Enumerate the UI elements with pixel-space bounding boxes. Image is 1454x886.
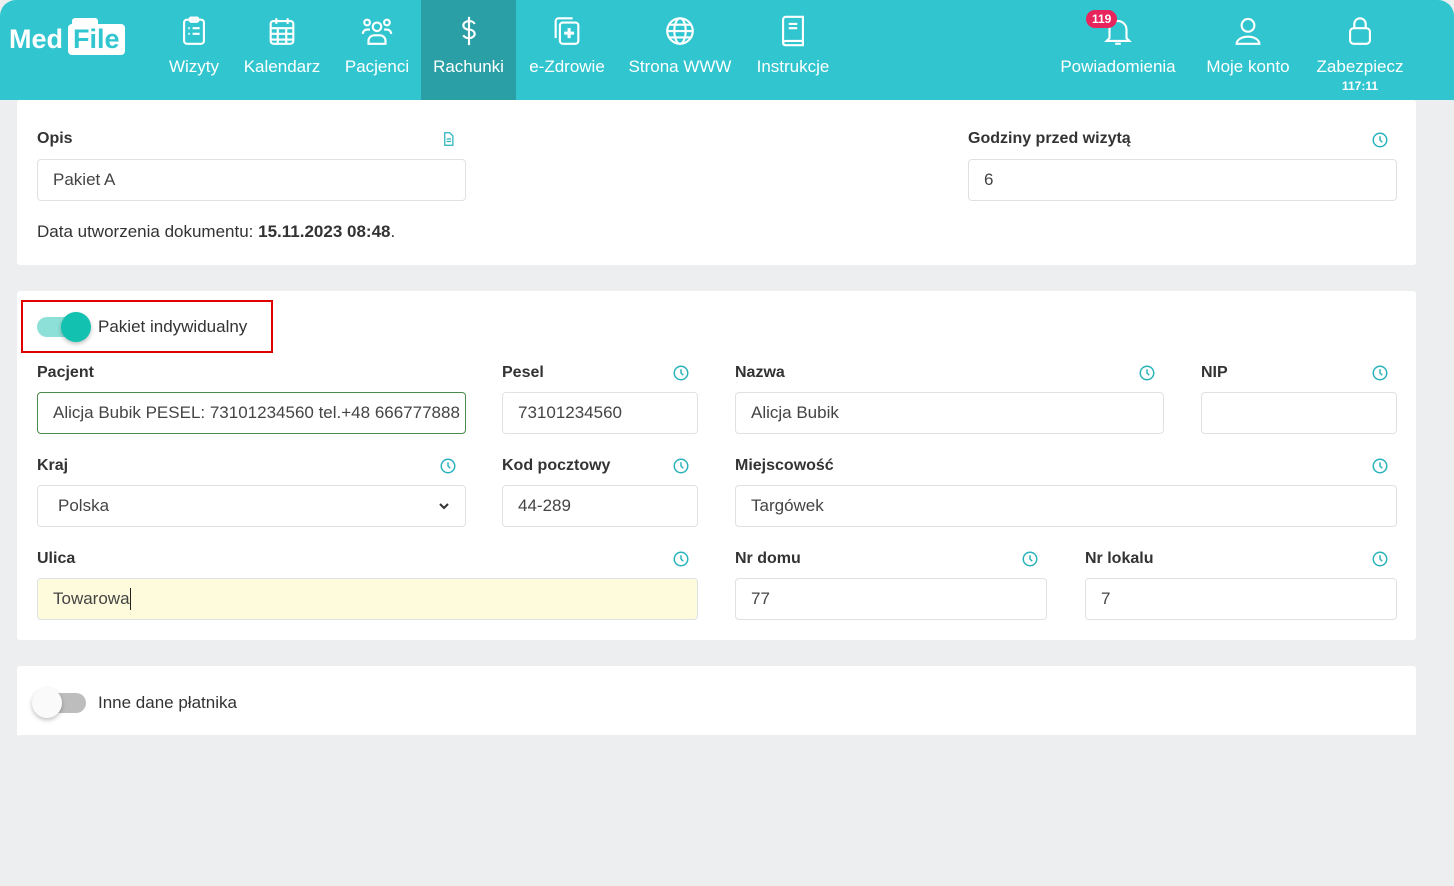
medfile-logo[interactable]: Med File (9, 18, 125, 55)
kod-pocztowy-input[interactable]: 44-289 (502, 485, 698, 527)
ulica-input[interactable]: Towarowa (37, 578, 698, 620)
globe-icon (666, 17, 694, 45)
clipboard-list-icon (183, 16, 205, 45)
logo-text-file: File (68, 18, 125, 55)
document-card: Opis Pakiet A Godziny przed wizytą 6 Dat… (17, 100, 1416, 265)
lock-icon (1349, 17, 1371, 45)
top-navbar: Med File Wizyty Kalendarz Pacjenci Rachun… (0, 0, 1454, 100)
created-date-text: Data utworzenia dokumentu: 15.11.2023 08… (37, 222, 395, 242)
kraj-select[interactable]: Polska (37, 485, 466, 527)
document-icon (444, 132, 454, 146)
pakiet-indywidualny-toggle[interactable] (37, 312, 91, 342)
kraj-value: Polska (58, 496, 110, 515)
pesel-label: Pesel (502, 364, 544, 381)
clock-icon[interactable] (1371, 457, 1389, 475)
nav-label: Wizyty (168, 57, 220, 76)
nazwa-input[interactable]: Alicja Bubik (735, 392, 1164, 434)
clock-icon[interactable] (672, 550, 690, 568)
nav-strona-www[interactable]: Strona WWW (622, 0, 738, 100)
nav-rachunki[interactable]: Rachunki (421, 0, 516, 100)
notification-badge: 119 (1086, 10, 1118, 28)
clock-icon[interactable] (1021, 550, 1039, 568)
miejscowosc-label: Miejscowość (735, 457, 834, 474)
nav-label: e-Zdrowie (529, 57, 605, 76)
nav-label: Rachunki (433, 57, 504, 76)
opis-input[interactable]: Pakiet A (37, 159, 466, 201)
pacjent-input[interactable]: Alicja Bubik PESEL: 73101234560 tel.+48 … (37, 392, 466, 434)
dollar-icon (461, 16, 476, 46)
clock-icon[interactable] (1371, 550, 1389, 568)
book-icon (782, 15, 804, 47)
clock-icon[interactable] (1371, 364, 1389, 382)
miejscowosc-input[interactable]: Targówek (735, 485, 1397, 527)
nav-label: Pacjenci (344, 57, 410, 76)
nr-lokalu-input[interactable]: 7 (1085, 578, 1397, 620)
created-suffix: . (390, 222, 396, 241)
inne-dane-platnika-toggle[interactable] (32, 688, 86, 718)
clock-icon[interactable] (672, 364, 690, 382)
nip-label: NIP (1201, 364, 1228, 381)
clock-icon[interactable] (672, 457, 690, 475)
session-timer: 117:11 (1341, 79, 1379, 93)
nav-label: Moje konto (1206, 57, 1290, 76)
nav-zabezpiecz[interactable]: Zabezpiecz 117:11 (1308, 0, 1412, 100)
clock-icon[interactable] (439, 457, 457, 475)
pesel-input[interactable]: 73101234560 (502, 392, 698, 434)
nazwa-label: Nazwa (735, 364, 785, 381)
nav-kalendarz[interactable]: Kalendarz (236, 0, 328, 100)
clock-icon[interactable] (1138, 364, 1156, 382)
bottom-overlay-panel (0, 735, 1454, 886)
clock-icon[interactable] (1371, 131, 1389, 149)
nav-label: Instrukcje (756, 57, 830, 76)
nav-e-zdrowie[interactable]: e-Zdrowie (522, 0, 612, 100)
kod-pocztowy-label: Kod pocztowy (502, 457, 611, 474)
individual-package-card: Pakiet indywidualny Pacjent Alicja Bubik… (17, 291, 1416, 640)
medical-plus-icon (554, 17, 580, 45)
nav-label: Zabezpiecz (1316, 57, 1404, 76)
text-cursor (129, 588, 131, 610)
ulica-value: Towarowa (53, 589, 130, 608)
created-value: 15.11.2023 08:48 (258, 222, 391, 241)
nav-label: Powiadomienia (1060, 57, 1176, 76)
nav-wizyty[interactable]: Wizyty (160, 0, 228, 100)
pakiet-indywidualny-label: Pakiet indywidualny (98, 317, 248, 336)
nav-pacjenci[interactable]: Pacjenci (337, 0, 417, 100)
chevron-down-icon (439, 503, 449, 510)
inne-dane-platnika-label: Inne dane płatnika (98, 693, 237, 712)
nr-domu-input[interactable]: 77 (735, 578, 1047, 620)
nav-instrukcje[interactable]: Instrukcje (748, 0, 838, 100)
created-prefix: Data utworzenia dokumentu: (37, 222, 259, 241)
nav-powiadomienia[interactable]: 119 Powiadomienia (1052, 0, 1184, 100)
calendar-icon (269, 18, 295, 45)
pacjent-label: Pacjent (37, 364, 94, 381)
nip-input[interactable] (1201, 392, 1397, 434)
payer-card: Inne dane płatnika (17, 666, 1416, 741)
ulica-label: Ulica (37, 550, 76, 567)
nav-moje-konto[interactable]: Moje konto (1198, 0, 1298, 100)
kraj-label: Kraj (37, 457, 69, 474)
nr-lokalu-label: Nr lokalu (1085, 550, 1154, 567)
godziny-input[interactable]: 6 (968, 159, 1397, 201)
godziny-label: Godziny przed wizytą (968, 130, 1131, 147)
nr-domu-label: Nr domu (735, 550, 801, 567)
nav-label: Strona WWW (628, 57, 732, 76)
user-icon (1235, 17, 1261, 45)
logo-text: Med (9, 24, 63, 54)
nav-label: Kalendarz (243, 57, 321, 76)
opis-label: Opis (37, 130, 73, 147)
users-icon (361, 18, 393, 45)
